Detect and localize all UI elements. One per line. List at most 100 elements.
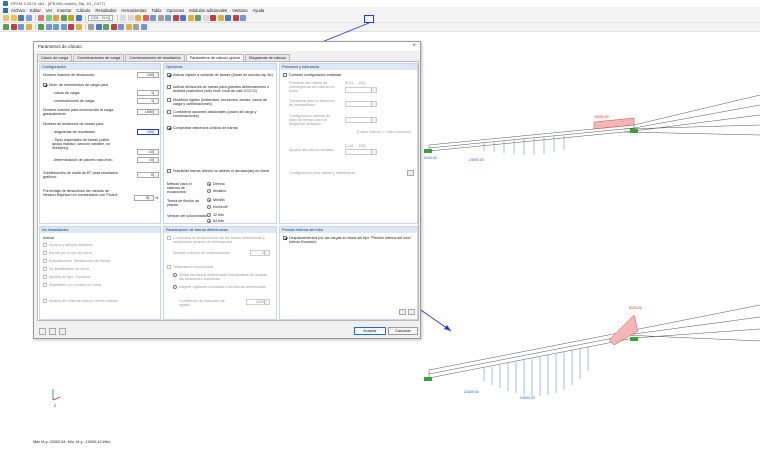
settings-icon[interactable] <box>49 328 56 335</box>
eq-direct-radio[interactable] <box>207 182 211 186</box>
nl-hinges-checkbox[interactable] <box>43 259 47 263</box>
deact-coef-input[interactable]: 1000 <box>246 299 270 305</box>
plate-kirchhoff-radio[interactable] <box>207 205 211 209</box>
axis-triad: Z <box>52 389 61 408</box>
option-2-label: Activar divisiones de barras para grande… <box>173 85 270 93</box>
solver-32-radio[interactable] <box>207 213 211 217</box>
option-5-label: Comprobar esfuerzos críticos de barras <box>173 126 238 130</box>
precision-criterion-input[interactable] <box>345 87 377 93</box>
eq-iter-label: Iterativo <box>213 189 227 193</box>
dialog-tabs: Casos de carga Combinaciones de carga Co… <box>37 54 291 61</box>
internal-pressure-panel: Presión interna del tubo Desplazamientos… <box>279 226 418 320</box>
deact-check-checkbox[interactable] <box>167 236 171 240</box>
load-incr-checkbox[interactable] <box>43 83 47 87</box>
cable-settings-button[interactable] <box>407 170 414 176</box>
deact-exception-checkbox[interactable] <box>167 265 171 269</box>
nl-supports-checkbox[interactable] <box>43 243 47 247</box>
nl-thermo-checkbox[interactable] <box>43 299 47 303</box>
max-iter-label: Número máximo de iteraciones: <box>43 73 96 77</box>
nl-members-checkbox[interactable] <box>43 251 47 255</box>
tab-load-cases[interactable]: Casos de carga <box>37 54 73 61</box>
precision-tolerance-input[interactable] <box>345 101 377 107</box>
defl-label: - determinación de valores máx./mín.: <box>52 158 114 162</box>
option-3-checkbox[interactable] <box>167 98 171 102</box>
deact-reduce-label: Asignar rigideces reducidas a las barras… <box>179 285 266 289</box>
precision-robust-label: Configuración robusta de paso de tiempo … <box>289 114 331 126</box>
precision-head: Precisión y tolerancia <box>280 64 417 70</box>
deact-max-input[interactable]: 5 <box>250 250 270 256</box>
plate-mindlin-radio[interactable] <box>207 198 211 202</box>
solver-64-radio[interactable] <box>207 219 211 223</box>
internal-pressure-checkbox[interactable] <box>283 236 287 240</box>
precision-cable-label: Configuración para cables y membranas ..… <box>289 171 360 175</box>
nr-unit: % <box>155 196 159 200</box>
tab-calc-diagrams[interactable]: Diagramas de cálculo <box>244 54 291 61</box>
dialog-title: Parámetros de cálculo <box>34 42 420 51</box>
div-label: Número de divisiones de barras para <box>43 122 104 126</box>
deact-max-label: Número máximo de reactivaciones: <box>173 251 231 255</box>
nr-label: Porcentaje de iteraciones del método de … <box>43 189 118 197</box>
nl-contact-checkbox[interactable] <box>43 275 47 279</box>
eq-method-label: Método para el sistema de ecuaciones: <box>167 182 192 194</box>
help-icon[interactable] <box>39 328 46 335</box>
precision-iter-range: [1,00 ... 100] <box>345 144 366 148</box>
deact-remove-label: Quitar las barras defectuosas individual… <box>179 273 268 281</box>
solver-label: Versión del solucionador: <box>167 214 209 218</box>
precision-robust-note: (Factor inferior => Más precisión) <box>357 130 412 134</box>
option-1-label: Activar rigidez a cortante de barras (Ár… <box>173 73 273 77</box>
option-6-checkbox[interactable] <box>167 169 171 173</box>
precision-range-label: [0,01 ... 100] <box>345 81 366 85</box>
ok-button[interactable]: Aceptar <box>354 327 386 335</box>
defl-input[interactable]: 10 <box>137 157 159 163</box>
precision-iter-label: Ajustes del cálculo iterativo: <box>289 148 335 152</box>
max-incr-input[interactable]: 1000 <box>137 109 159 115</box>
nl-member-nl-checkbox[interactable] <box>43 267 47 271</box>
option-5-checkbox[interactable] <box>167 126 171 130</box>
fe-input[interactable]: 0 <box>137 172 159 178</box>
deact-remove-radio[interactable] <box>173 273 177 277</box>
close-icon[interactable]: × <box>412 43 416 50</box>
precision-change-checkbox[interactable] <box>283 73 287 77</box>
fe-label: Subdivisiones de malla de EF para result… <box>43 171 119 179</box>
precision-criterion-label: Precisión del criterio de convergencia d… <box>289 81 335 93</box>
nl-contact-label: Ajustes de tipo "Contacto" <box>49 275 92 279</box>
plate-kirchhoff-label: Kirchhoff <box>213 205 228 209</box>
max-iter-input[interactable]: 100 <box>137 72 159 78</box>
export-icon[interactable] <box>408 309 415 315</box>
option-4-checkbox[interactable] <box>167 110 171 114</box>
option-6-label: Subdividir barras directo no abierto ni … <box>173 169 269 173</box>
option-1-checkbox[interactable] <box>167 73 171 77</box>
tab-global-params[interactable]: Parámetros de cálculo global <box>185 54 244 61</box>
nl-supports-label: Apoyos y apoyos elásticos <box>49 243 93 247</box>
import-icon[interactable] <box>399 309 406 315</box>
config-panel: Configuración Número máximo de iteracion… <box>39 63 161 224</box>
cancel-button[interactable]: Cancelar <box>388 327 418 335</box>
status-text: Máx M-y: 23000.54, Mín. M-y: -10006.42 k… <box>33 440 111 444</box>
eq-iter-radio[interactable] <box>207 189 211 193</box>
eq-direct-label: Directo <box>213 182 225 186</box>
deact-reduce-radio[interactable] <box>173 285 177 289</box>
co-input[interactable]: 1 <box>137 98 159 104</box>
tab-result-combos[interactable]: Combinaciones de resultados <box>125 54 185 61</box>
tab-load-combos[interactable]: Combinaciones de carga <box>73 54 125 61</box>
precision-tolerance-label: Tolerancia para la detección de inestabi… <box>289 99 335 107</box>
diag-input[interactable]: 100 <box>137 129 159 135</box>
diag-label: - diagramas de resultados: <box>52 130 96 134</box>
nr-input[interactable]: 5 <box>134 195 154 201</box>
co-label: - combinaciones de carga: <box>52 99 96 103</box>
precision-iter-input[interactable] <box>345 149 377 155</box>
internal-head: Presión interna del tubo <box>280 227 417 233</box>
defaults-icon[interactable] <box>59 328 66 335</box>
max-incr-label: Número máximo para incrementar la carga … <box>43 108 114 116</box>
deactivation-head: Reactivación de barras defectuosas <box>164 227 276 233</box>
special-input[interactable]: 10 <box>137 149 159 155</box>
options-panel: Opciones Activar rigidez a cortante de b… <box>163 63 277 224</box>
precision-change-label: Cambiar configuración estándar <box>289 73 342 77</box>
lc-input[interactable]: 1 <box>137 90 159 96</box>
nl-materials-checkbox[interactable] <box>43 283 47 287</box>
option-2-checkbox[interactable] <box>167 85 171 89</box>
precision-robust-input[interactable] <box>345 117 377 123</box>
lc-label: - casos de carga: <box>52 91 81 95</box>
solver-64-label: 64 bits <box>213 219 224 223</box>
load-incr-label: Núm. de incrementos de carga para <box>49 83 108 87</box>
